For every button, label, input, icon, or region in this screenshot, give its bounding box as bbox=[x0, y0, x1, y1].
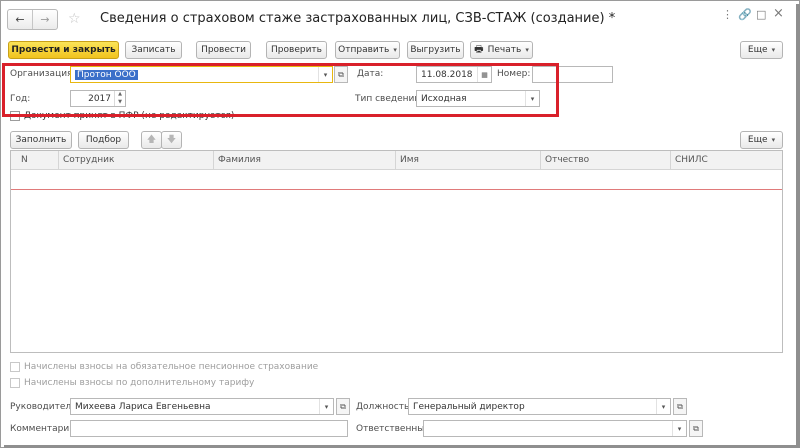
table-row[interactable] bbox=[11, 189, 782, 190]
forward-arrow-icon[interactable]: → bbox=[32, 10, 57, 29]
employees-table[interactable]: N Сотрудник Фамилия Имя Отчество СНИЛС bbox=[10, 150, 783, 353]
table-more-button[interactable]: Еще ▾ bbox=[740, 131, 783, 149]
check-label: Проверить bbox=[271, 45, 322, 55]
arrow-down-icon: 🡇 bbox=[166, 135, 177, 145]
send-button[interactable]: Отправить ▾ bbox=[335, 41, 400, 59]
column-header[interactable]: Сотрудник bbox=[59, 151, 214, 170]
export-label: Выгрузить bbox=[410, 45, 461, 55]
post-button[interactable]: Провести bbox=[196, 41, 251, 59]
position-label: Должность: bbox=[356, 402, 413, 412]
head-value: Михеева Лариса Евгеньевна bbox=[75, 401, 211, 412]
comment-label: Комментарий: bbox=[10, 424, 79, 434]
table-more-caret-icon: ▾ bbox=[771, 136, 776, 144]
post-label: Провести bbox=[201, 45, 246, 55]
responsible-field[interactable]: ▾ bbox=[423, 420, 687, 437]
page-title: Сведения о страховом стаже застрахованны… bbox=[100, 11, 616, 26]
more-button[interactable]: Еще ▾ bbox=[740, 41, 783, 59]
position-value: Генеральный директор bbox=[413, 401, 525, 412]
maximize-icon[interactable]: □ bbox=[756, 8, 766, 21]
open-position-icon[interactable]: ⧉ bbox=[673, 398, 687, 415]
print-dropdown-caret-icon: ▾ bbox=[525, 46, 529, 54]
checkbox-box[interactable] bbox=[10, 362, 20, 372]
back-arrow-icon[interactable]: ← bbox=[8, 10, 32, 29]
check-button[interactable]: Проверить bbox=[266, 41, 327, 59]
column-header[interactable]: Отчество bbox=[541, 151, 671, 170]
comment-field[interactable] bbox=[70, 420, 348, 437]
move-down-button[interactable]: 🡇 bbox=[161, 131, 182, 149]
chevron-down-icon[interactable]: ▾ bbox=[319, 399, 333, 414]
arrow-up-icon: 🡅 bbox=[146, 135, 157, 145]
table-more-label: Еще bbox=[747, 135, 768, 145]
responsible-label: Ответственный: bbox=[356, 424, 434, 434]
checkbox-box[interactable] bbox=[10, 378, 20, 388]
pension-contrib-checkbox[interactable]: Начислены взносы на обязательное пенсион… bbox=[10, 362, 318, 372]
position-field[interactable]: Генеральный директор ▾ bbox=[408, 398, 671, 415]
export-button[interactable]: Выгрузить bbox=[407, 41, 464, 59]
select-button[interactable]: Подбор bbox=[78, 131, 129, 149]
more-vertical-icon[interactable]: ⋮ bbox=[722, 8, 733, 21]
window-shadow-right bbox=[796, 4, 800, 448]
print-button[interactable]: 🖶 Печать ▾ bbox=[470, 41, 533, 59]
more-label: Еще bbox=[747, 45, 768, 55]
open-head-icon[interactable]: ⧉ bbox=[336, 398, 350, 415]
chevron-down-icon[interactable]: ▾ bbox=[672, 421, 686, 436]
print-label: Печать bbox=[487, 45, 522, 55]
post-and-close-button[interactable]: Провести и закрыть bbox=[8, 41, 119, 59]
nav-buttons: ← → bbox=[7, 9, 58, 30]
head-field[interactable]: Михеева Лариса Евгеньевна ▾ bbox=[70, 398, 334, 415]
column-header[interactable]: Фамилия bbox=[214, 151, 396, 170]
save-label: Записать bbox=[131, 45, 176, 55]
additional-tariff-label: Начислены взносы по дополнительному тари… bbox=[24, 378, 255, 388]
more-dropdown-caret-icon: ▾ bbox=[771, 46, 776, 54]
fill-label: Заполнить bbox=[15, 135, 67, 145]
column-header[interactable]: N bbox=[11, 151, 59, 170]
pension-contrib-label: Начислены взносы на обязательное пенсион… bbox=[24, 362, 319, 372]
favorite-star-icon[interactable]: ☆ bbox=[68, 11, 81, 27]
table-header: N Сотрудник Фамилия Имя Отчество СНИЛС bbox=[11, 151, 782, 170]
fill-button[interactable]: Заполнить bbox=[10, 131, 72, 149]
link-icon[interactable]: 🔗 bbox=[738, 8, 752, 21]
highlight-frame bbox=[2, 63, 559, 117]
save-button[interactable]: Записать bbox=[125, 41, 182, 59]
printer-icon: 🖶 bbox=[474, 43, 484, 55]
open-responsible-icon[interactable]: ⧉ bbox=[689, 420, 703, 437]
move-up-button[interactable]: 🡅 bbox=[141, 131, 162, 149]
column-header[interactable]: Имя bbox=[396, 151, 541, 170]
column-header[interactable]: СНИЛС bbox=[671, 151, 782, 170]
send-dropdown-caret-icon: ▾ bbox=[393, 46, 397, 54]
select-label: Подбор bbox=[85, 135, 122, 145]
close-icon[interactable]: × bbox=[773, 6, 784, 21]
additional-tariff-checkbox[interactable]: Начислены взносы по дополнительному тари… bbox=[10, 378, 254, 388]
chevron-down-icon[interactable]: ▾ bbox=[656, 399, 670, 414]
post-and-close-label: Провести и закрыть bbox=[11, 45, 116, 55]
send-label: Отправить bbox=[338, 45, 390, 55]
